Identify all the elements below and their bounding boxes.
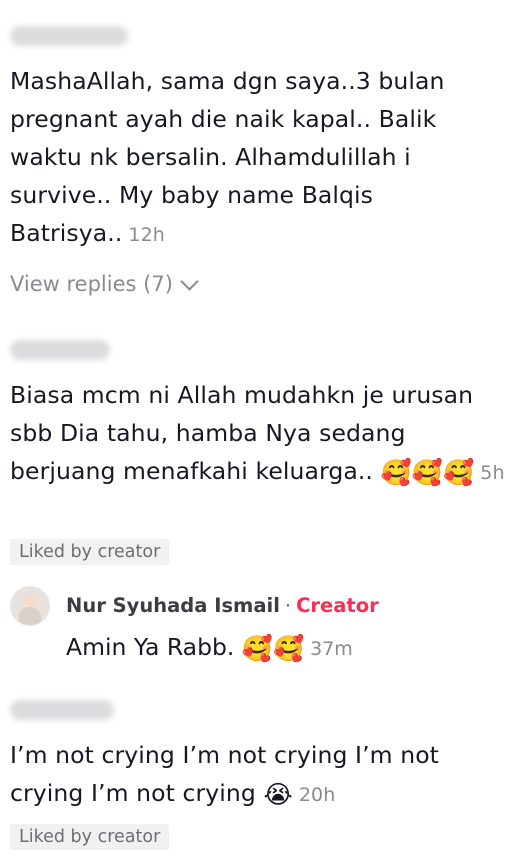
reply-comment: Amin Ya Rabb. 🥰🥰 37m <box>66 628 353 668</box>
comment-item <box>10 340 515 364</box>
username-redacted[interactable] <box>10 26 128 46</box>
username-redacted[interactable] <box>10 340 110 360</box>
comment-item: MashaAllah, sama dgn saya..3 bulan pregn… <box>10 62 515 254</box>
separator-dot: · <box>284 594 292 617</box>
liked-by-creator-badge: Liked by creator <box>10 539 170 565</box>
view-replies-button[interactable]: View replies (7) <box>10 271 199 296</box>
comment-timestamp: 20h <box>298 784 336 806</box>
crying-face-icon: 😭 <box>263 780 293 809</box>
username-redacted[interactable] <box>10 700 114 720</box>
reply-text: Amin Ya Rabb. <box>66 633 235 661</box>
comment-text: I’m not crying I’m not crying I’m not cr… <box>10 741 439 807</box>
comment-timestamp: 12h <box>128 224 165 246</box>
comment-item <box>10 700 515 724</box>
comment-item: I’m not crying I’m not crying I’m not cr… <box>10 736 515 814</box>
comment-timestamp: 5h <box>480 462 505 484</box>
reply-timestamp: 37m <box>310 638 353 660</box>
reply-header: Nur Syuhada Ismail · Creator <box>66 594 379 617</box>
comment-item <box>10 26 515 50</box>
smiling-face-with-hearts-icon: 🥰🥰 <box>241 634 305 663</box>
liked-by-creator-badge: Liked by creator <box>10 824 170 850</box>
view-replies-label: View replies (7) <box>10 272 173 296</box>
creator-label: Creator <box>296 594 379 617</box>
comment-item: Biasa mcm ni Allah mudahkn je urusan sbb… <box>10 376 515 492</box>
comment-text: MashaAllah, sama dgn saya..3 bulan pregn… <box>10 67 445 247</box>
reply-username[interactable]: Nur Syuhada Ismail <box>66 594 280 617</box>
chevron-down-icon <box>180 271 199 291</box>
avatar[interactable] <box>10 586 50 626</box>
smiling-face-with-hearts-icon: 🥰🥰🥰 <box>380 458 475 487</box>
